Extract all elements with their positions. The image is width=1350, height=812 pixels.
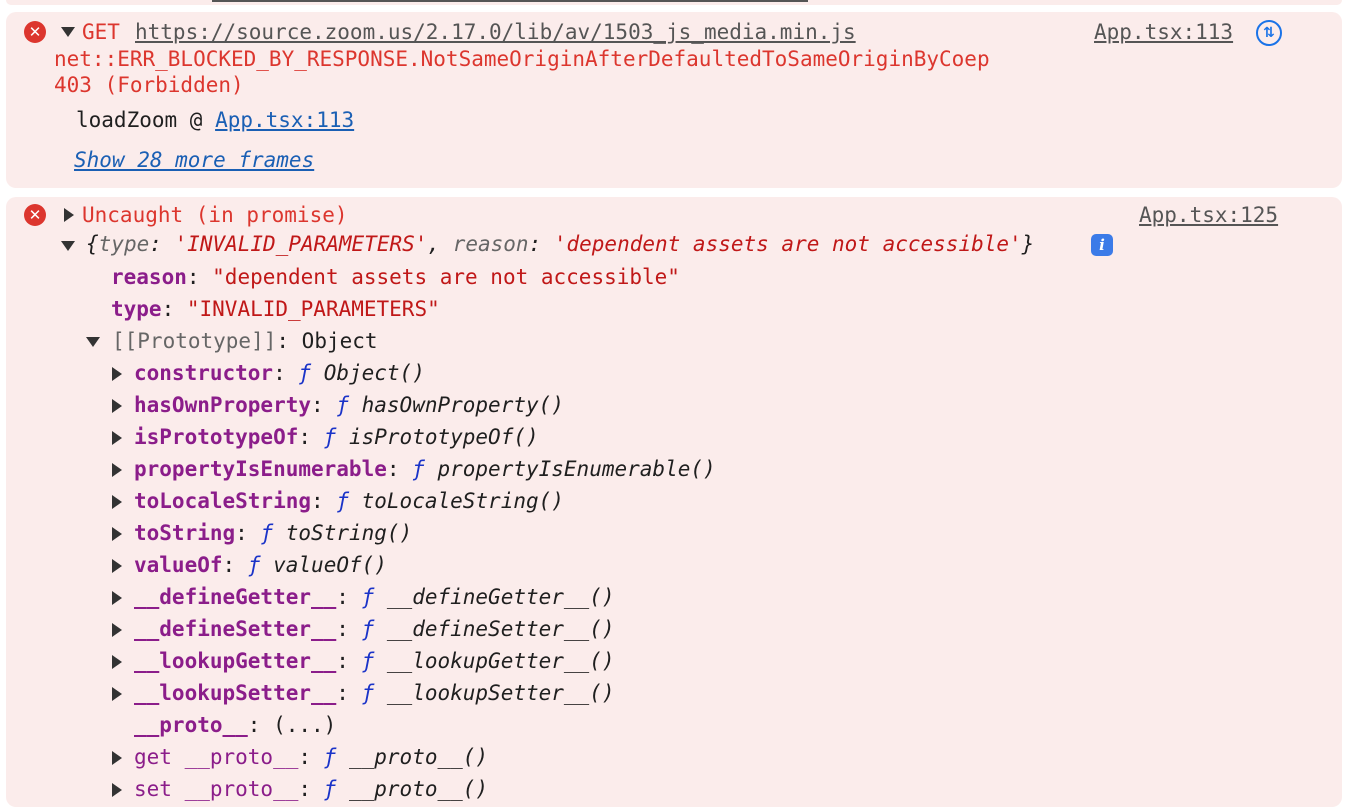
- function-glyph: ƒ: [323, 425, 337, 449]
- member-key: propertyIsEnumerable: [134, 457, 387, 481]
- member-key: __lookupGetter__: [134, 649, 337, 673]
- stack-source-link[interactable]: App.tsx:113: [215, 108, 354, 132]
- member-function: isPrototypeOf(): [348, 425, 539, 449]
- member-expand-triangle-icon[interactable]: [112, 559, 122, 573]
- member-expand-triangle-icon[interactable]: [112, 463, 122, 477]
- object-summary[interactable]: {type: 'INVALID_PARAMETERS', reason: 'de…: [86, 231, 1034, 257]
- member-expand-triangle-icon[interactable]: [112, 495, 122, 509]
- property-value: "INVALID_PARAMETERS": [186, 297, 440, 321]
- getter-expand-triangle-icon[interactable]: [112, 751, 122, 765]
- prototype-expand-triangle-icon[interactable]: [86, 337, 100, 347]
- error-text-line2: 403 (Forbidden): [54, 73, 244, 97]
- member-function: __defineSetter__(): [386, 617, 615, 641]
- member-expand-triangle-icon[interactable]: [112, 655, 122, 669]
- function-glyph: ƒ: [361, 681, 375, 705]
- proto-accessor-row[interactable]: __proto__: (...): [134, 712, 336, 738]
- member-function: __lookupSetter__(): [386, 681, 615, 705]
- prototype-member-row[interactable]: __defineSetter__: ƒ __defineSetter__(): [134, 616, 614, 642]
- member-expand-triangle-icon[interactable]: [112, 431, 122, 445]
- member-key: valueOf: [134, 553, 223, 577]
- member-function: __defineGetter__(): [386, 585, 615, 609]
- member-key: isPrototypeOf: [134, 425, 299, 449]
- member-expand-triangle-icon[interactable]: [112, 687, 122, 701]
- error-close-icon: ✕: [24, 21, 46, 43]
- function-glyph: ƒ: [336, 393, 349, 417]
- prototype-row[interactable]: [[Prototype]]: Object: [112, 328, 378, 354]
- member-function: __lookupGetter__(): [386, 649, 615, 673]
- member-function: propertyIsEnumerable(): [437, 457, 716, 481]
- proto-setter-row[interactable]: set __proto__: ƒ __proto__(): [134, 776, 488, 802]
- property-key: type: [111, 297, 162, 321]
- setter-expand-triangle-icon[interactable]: [112, 783, 122, 797]
- expand-triangle-icon[interactable]: [61, 27, 75, 37]
- member-expand-triangle-icon[interactable]: [112, 591, 122, 605]
- error-text-line1: net::ERR_BLOCKED_BY_RESPONSE.NotSameOrig…: [54, 47, 990, 71]
- member-expand-triangle-icon[interactable]: [112, 367, 122, 381]
- member-function: toLocaleString(): [361, 489, 564, 513]
- error-close-icon: ✕: [24, 204, 46, 226]
- function-glyph: ƒ: [298, 361, 312, 385]
- previous-message-underline: [212, 0, 808, 2]
- show-more-frames-link[interactable]: Show 28 more frames: [74, 147, 314, 173]
- prototype-member-row[interactable]: hasOwnProperty: ƒ hasOwnProperty(): [134, 392, 564, 418]
- uncaught-title: Uncaught (in promise): [82, 203, 348, 227]
- prototype-member-row[interactable]: __lookupSetter__: ƒ __lookupSetter__(): [134, 680, 614, 706]
- source-link[interactable]: App.tsx:113: [1094, 19, 1233, 45]
- prototype-member-row[interactable]: toLocaleString: ƒ toLocaleString(): [134, 488, 564, 514]
- prototype-member-row[interactable]: isPrototypeOf: ƒ isPrototypeOf(): [134, 424, 539, 450]
- function-glyph: ƒ: [336, 489, 349, 513]
- member-key: toLocaleString: [134, 489, 312, 513]
- function-glyph: ƒ: [361, 585, 375, 609]
- member-key: constructor: [134, 361, 274, 385]
- member-key: __defineGetter__: [134, 585, 337, 609]
- member-function: toString(): [285, 521, 413, 545]
- object-expand-triangle-icon[interactable]: [61, 241, 75, 251]
- member-function: Object(): [323, 361, 425, 385]
- member-expand-triangle-icon[interactable]: [112, 623, 122, 637]
- member-function: valueOf(): [273, 553, 387, 577]
- function-glyph: ƒ: [260, 521, 274, 545]
- prototype-member-row[interactable]: __lookupGetter__: ƒ __lookupGetter__(): [134, 648, 614, 674]
- request-url[interactable]: https://source.zoom.us/2.17.0/lib/av/150…: [135, 19, 856, 45]
- function-glyph: ƒ: [361, 649, 375, 673]
- collapse-triangle-icon[interactable]: [64, 208, 74, 222]
- proto-getter-row[interactable]: get __proto__: ƒ __proto__(): [134, 744, 488, 770]
- property-key: reason: [111, 265, 187, 289]
- member-key: __defineSetter__: [134, 617, 337, 641]
- source-link[interactable]: App.tsx:125: [1139, 202, 1278, 228]
- request-method: GET: [82, 20, 120, 44]
- member-key: toString: [134, 521, 236, 545]
- prototype-member-row[interactable]: toString: ƒ toString(): [134, 520, 412, 546]
- object-property-row[interactable]: type: "INVALID_PARAMETERS": [111, 296, 440, 322]
- member-key: hasOwnProperty: [134, 393, 312, 417]
- prototype-member-row[interactable]: constructor: ƒ Object(): [134, 360, 425, 386]
- member-function: hasOwnProperty(): [361, 393, 564, 417]
- network-request-icon[interactable]: ⇅: [1256, 20, 1282, 46]
- prototype-member-row[interactable]: propertyIsEnumerable: ƒ propertyIsEnumer…: [134, 456, 716, 482]
- function-glyph: ƒ: [412, 457, 425, 481]
- member-expand-triangle-icon[interactable]: [112, 527, 122, 541]
- member-expand-triangle-icon[interactable]: [112, 399, 122, 413]
- prototype-member-row[interactable]: valueOf: ƒ valueOf(): [134, 552, 387, 578]
- function-glyph: ƒ: [247, 553, 261, 577]
- info-icon[interactable]: i: [1091, 234, 1113, 256]
- prototype-member-row[interactable]: __defineGetter__: ƒ __defineGetter__(): [134, 584, 614, 610]
- stack-frame: loadZoom @ App.tsx:113: [76, 107, 354, 133]
- object-property-row[interactable]: reason: "dependent assets are not access…: [111, 264, 680, 290]
- stack-function: loadZoom @: [76, 108, 216, 132]
- property-value: "dependent assets are not accessible": [212, 265, 680, 289]
- function-glyph: ƒ: [361, 617, 375, 641]
- member-key: __lookupSetter__: [134, 681, 337, 705]
